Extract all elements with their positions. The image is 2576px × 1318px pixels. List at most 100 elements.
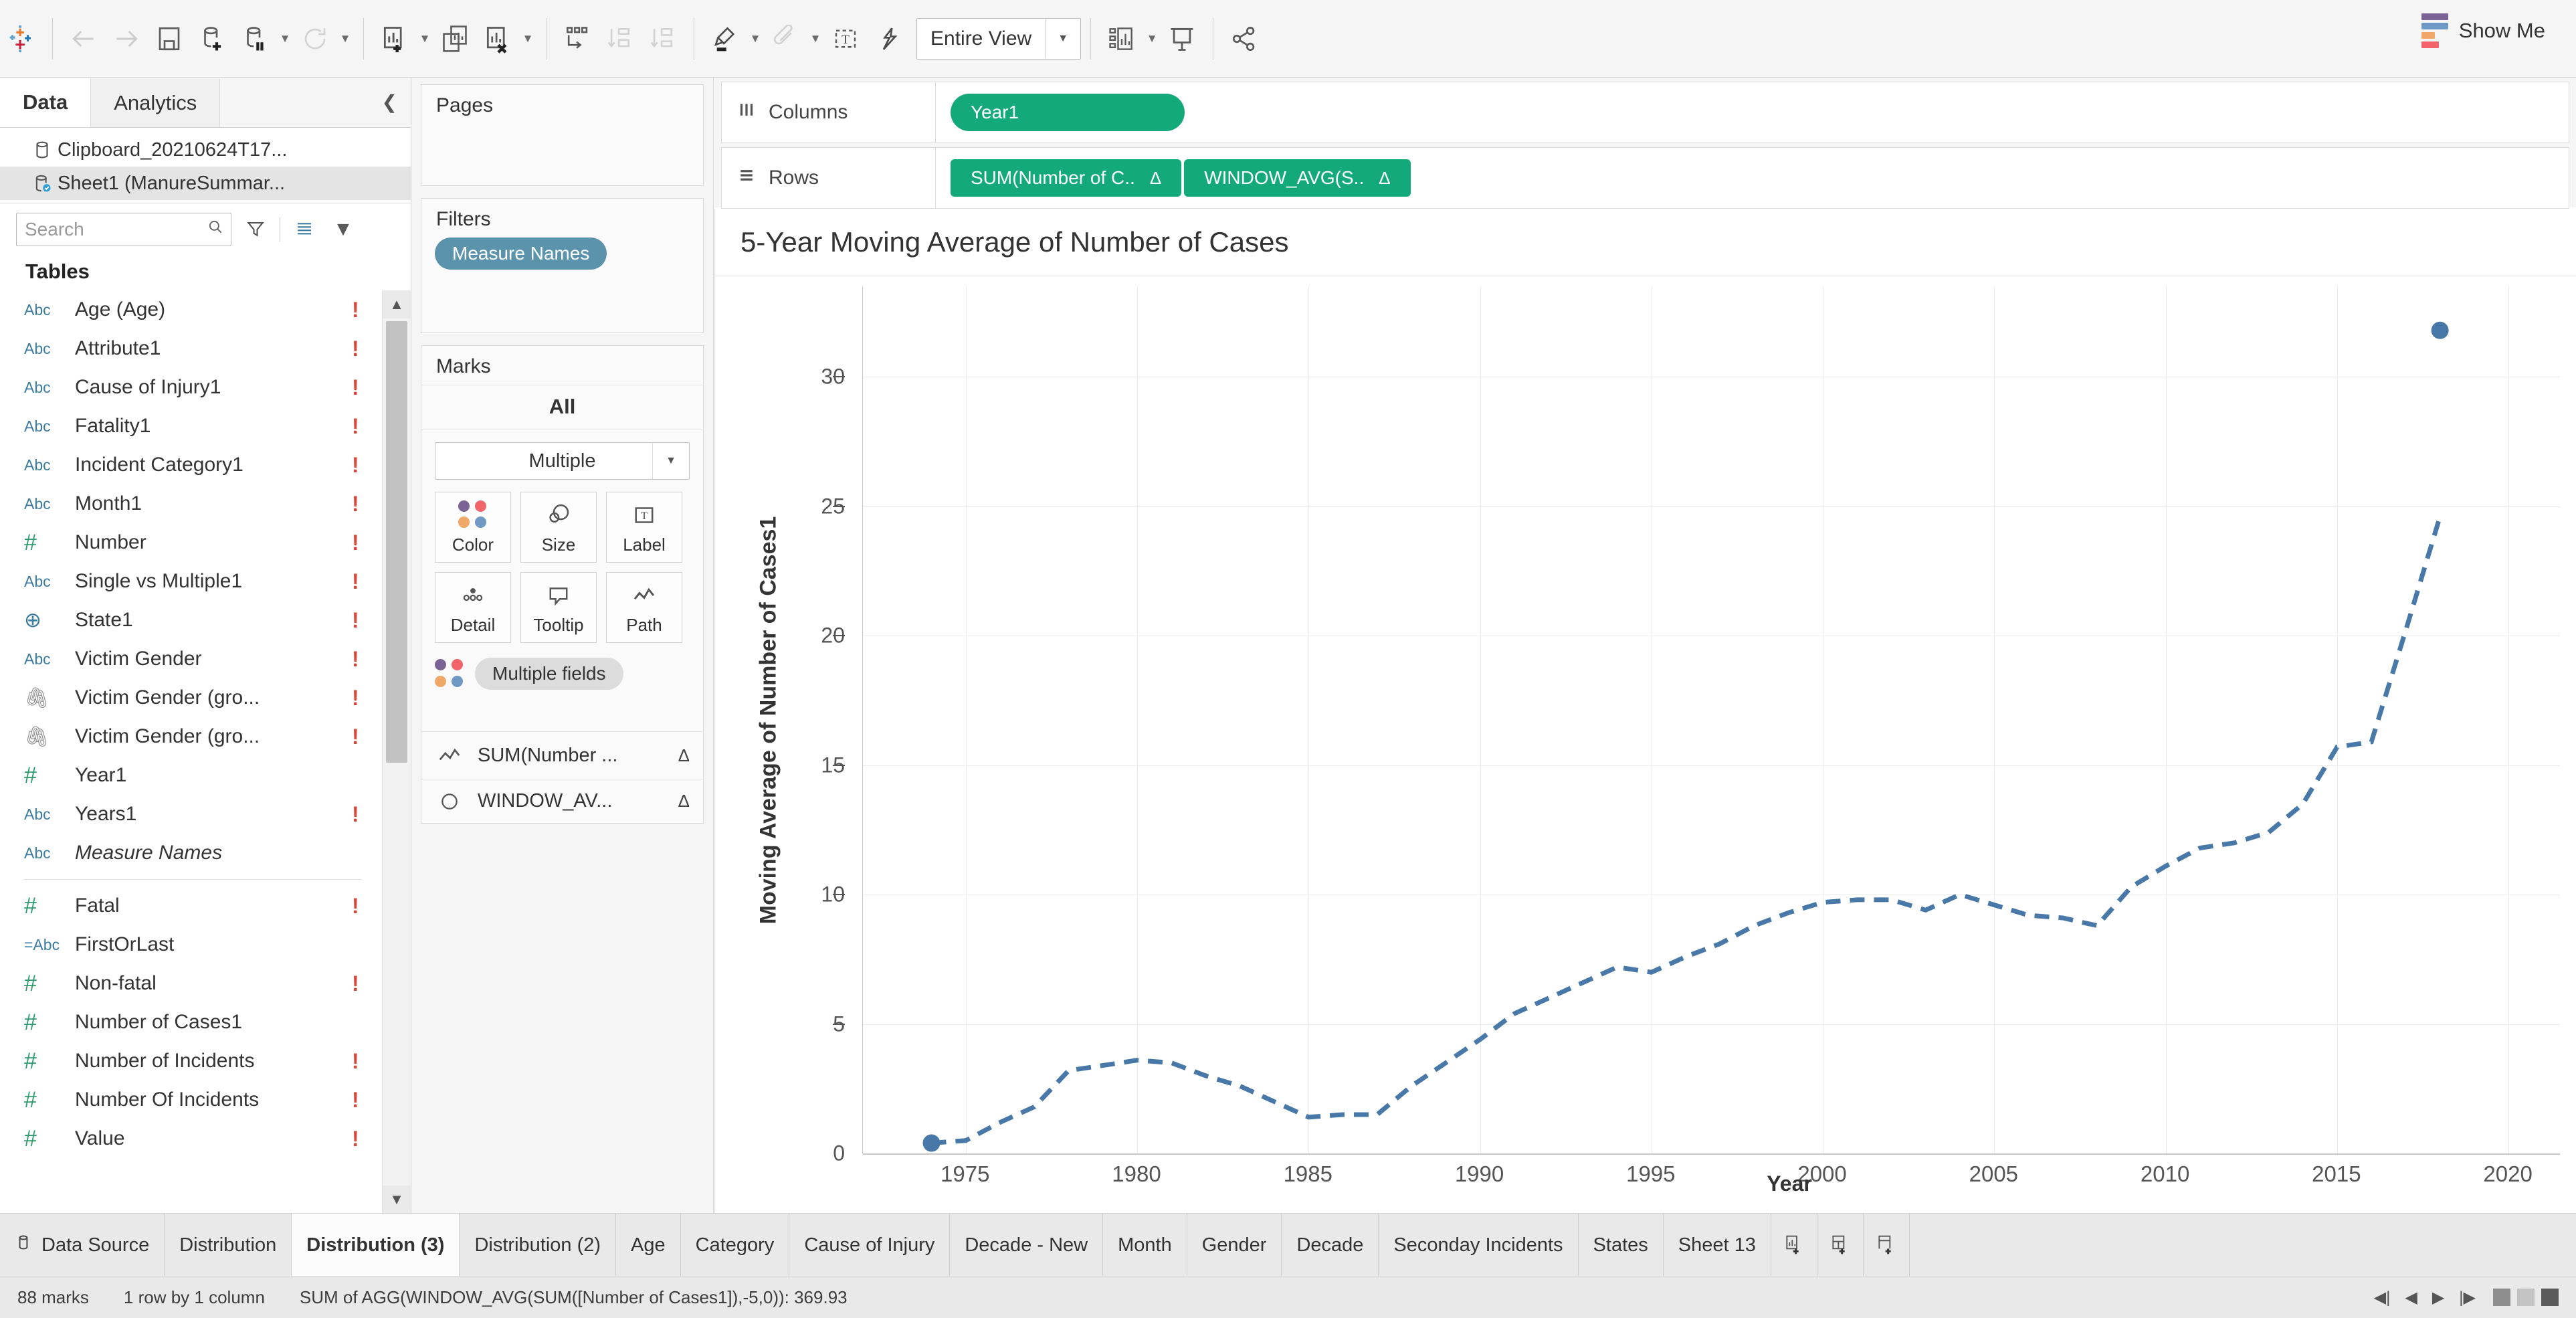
fit-selector[interactable]: Entire View ▼ bbox=[916, 18, 1081, 60]
marks-all-tab[interactable]: All bbox=[421, 385, 703, 430]
color-field-pill[interactable]: Multiple fields bbox=[475, 658, 623, 690]
marks-size-button[interactable]: Size bbox=[520, 492, 597, 563]
filter-pill-measure-names[interactable]: Measure Names bbox=[435, 238, 607, 270]
fix-axes-icon[interactable] bbox=[867, 15, 910, 62]
field-list-scrollbar[interactable]: ▲ ▼ bbox=[382, 290, 411, 1214]
field-row-measure[interactable]: #Non-fatal! bbox=[0, 964, 381, 1003]
field-row-dimension[interactable]: AbcSingle vs Multiple1! bbox=[0, 562, 381, 601]
field-row-dimension[interactable]: AbcAttribute1! bbox=[0, 329, 381, 368]
search-field[interactable] bbox=[23, 218, 207, 241]
field-row-dimension[interactable]: AbcMonth1! bbox=[0, 484, 381, 523]
group-members-icon[interactable] bbox=[764, 15, 807, 62]
field-row-measure[interactable]: #Number Of Incidents! bbox=[0, 1080, 381, 1119]
field-row-dimension[interactable]: AbcIncident Category1! bbox=[0, 446, 381, 484]
sheet-tab-9[interactable]: Gender bbox=[1187, 1214, 1282, 1277]
refresh-dropdown-icon[interactable]: ▼ bbox=[336, 15, 354, 62]
pill-sum-number-of-cases[interactable]: SUM(Number of C.. Δ bbox=[951, 159, 1181, 197]
show-hide-cards-icon[interactable] bbox=[1100, 15, 1143, 62]
refresh-data-source-icon[interactable] bbox=[294, 15, 336, 62]
new-data-source-icon[interactable] bbox=[191, 15, 233, 62]
marks-tooltip-button[interactable]: Tooltip bbox=[520, 572, 597, 643]
first-page-icon[interactable]: ◀| bbox=[2374, 1288, 2391, 1307]
field-row-dimension[interactable]: ⊕State1! bbox=[0, 601, 381, 640]
field-row-dimension[interactable]: AbcYears1! bbox=[0, 795, 381, 834]
data-pane-menu-icon[interactable]: ▼ bbox=[328, 213, 358, 246]
marks-color-button[interactable]: Color bbox=[435, 492, 511, 563]
columns-drop-area[interactable]: Year1 bbox=[936, 94, 2569, 131]
scroll-up-icon[interactable]: ▲ bbox=[383, 290, 411, 318]
sheet-tab-12[interactable]: States bbox=[1579, 1214, 1664, 1277]
group-by-table-icon[interactable] bbox=[290, 213, 319, 246]
field-row-dimension[interactable]: AbcFatality1! bbox=[0, 407, 381, 446]
swap-rows-columns-icon[interactable] bbox=[556, 15, 599, 62]
sheet-tab-5[interactable]: Category bbox=[681, 1214, 790, 1277]
field-row-dimension[interactable]: AbcCause of Injury1! bbox=[0, 368, 381, 407]
sheet-tab-2[interactable]: Distribution (3) bbox=[292, 1214, 460, 1277]
marks-detail-button[interactable]: Detail bbox=[435, 572, 511, 643]
field-row-measure[interactable]: #Number of Incidents! bbox=[0, 1042, 381, 1080]
fit-dropdown-icon[interactable]: ▼ bbox=[1045, 19, 1080, 58]
rows-drop-area[interactable]: SUM(Number of C.. Δ WINDOW_AVG(S.. Δ bbox=[936, 159, 2569, 197]
pill-year1[interactable]: Year1 bbox=[951, 94, 1185, 131]
sheet-tab-11[interactable]: Seconday Incidents bbox=[1379, 1214, 1578, 1277]
field-row-dimension[interactable]: #Year1 bbox=[0, 756, 381, 795]
clear-sheet-icon[interactable] bbox=[476, 15, 519, 62]
sheet-tab-1[interactable]: Distribution bbox=[165, 1214, 292, 1277]
line-series[interactable] bbox=[863, 286, 2560, 1153]
collapse-pane-icon[interactable]: ❮ bbox=[382, 91, 397, 113]
new-dashboard-tab-icon[interactable] bbox=[1817, 1214, 1864, 1277]
endpoint-marker[interactable] bbox=[923, 1135, 940, 1152]
field-row-dimension[interactable]: 🖇Victim Gender (gro...! bbox=[0, 717, 381, 756]
filmstrip-view-icon[interactable] bbox=[2517, 1289, 2535, 1306]
sheet-tab-7[interactable]: Decade - New bbox=[950, 1214, 1103, 1277]
duplicate-sheet-icon[interactable] bbox=[433, 15, 476, 62]
pause-auto-updates-icon[interactable] bbox=[233, 15, 276, 62]
sheet-tab-6[interactable]: Cause of Injury bbox=[789, 1214, 950, 1277]
marks-path-button[interactable]: Path bbox=[606, 572, 682, 643]
scroll-down-icon[interactable]: ▼ bbox=[383, 1186, 411, 1214]
highlight-icon[interactable] bbox=[704, 15, 747, 62]
prev-page-icon[interactable]: ◀ bbox=[2405, 1288, 2417, 1307]
search-input[interactable] bbox=[16, 213, 231, 246]
save-icon[interactable] bbox=[148, 15, 191, 62]
plot-canvas[interactable] bbox=[862, 286, 2560, 1153]
tab-data[interactable]: Data bbox=[0, 78, 91, 127]
sheet-tab-0[interactable]: Data Source bbox=[0, 1214, 165, 1277]
tab-analytics[interactable]: Analytics bbox=[91, 79, 220, 127]
presentation-mode-icon[interactable] bbox=[1161, 15, 1203, 62]
tableau-logo-icon[interactable] bbox=[0, 15, 43, 62]
field-row-measure[interactable]: =AbcFirstOrLast bbox=[0, 925, 381, 964]
back-arrow-icon[interactable] bbox=[62, 15, 105, 62]
show-mark-labels-icon[interactable]: T bbox=[824, 15, 867, 62]
data-source-item[interactable]: Sheet1 (ManureSummar... bbox=[0, 167, 411, 200]
field-row-measure[interactable]: #Number of Cases1 bbox=[0, 1003, 381, 1042]
last-page-icon[interactable]: |▶ bbox=[2459, 1288, 2476, 1307]
sort-ascending-icon[interactable] bbox=[599, 15, 641, 62]
pause-updates-dropdown-icon[interactable]: ▼ bbox=[276, 15, 294, 62]
new-story-tab-icon[interactable] bbox=[1864, 1214, 1910, 1277]
highlight-dropdown-icon[interactable]: ▼ bbox=[747, 15, 764, 62]
columns-shelf[interactable]: Columns Year1 bbox=[721, 82, 2569, 143]
sheet-tab-8[interactable]: Month bbox=[1103, 1214, 1187, 1277]
clear-dropdown-icon[interactable]: ▼ bbox=[519, 15, 536, 62]
next-page-icon[interactable]: ▶ bbox=[2432, 1288, 2444, 1307]
sheet-tab-10[interactable]: Decade bbox=[1282, 1214, 1379, 1277]
data-source-item[interactable]: Clipboard_20210624T17... bbox=[0, 133, 411, 167]
sheet-tab-3[interactable]: Distribution (2) bbox=[460, 1214, 616, 1277]
field-row-dimension[interactable]: 🖇Victim Gender (gro...! bbox=[0, 678, 381, 717]
new-worksheet-icon[interactable] bbox=[373, 15, 416, 62]
field-row-measure[interactable]: #Value! bbox=[0, 1119, 381, 1158]
cards-dropdown-icon[interactable]: ▼ bbox=[1143, 15, 1161, 62]
rows-shelf[interactable]: Rows SUM(Number of C.. Δ WINDOW_AVG(S.. … bbox=[721, 147, 2569, 209]
mark-type-selector[interactable]: Multiple ▼ bbox=[435, 442, 690, 480]
marks-measure-row-sum[interactable]: SUM(Number ... Δ bbox=[421, 731, 703, 779]
sheet-tab-4[interactable]: Age bbox=[616, 1214, 681, 1277]
share-workbook-icon[interactable] bbox=[1223, 15, 1266, 62]
filter-funnel-icon[interactable] bbox=[241, 213, 270, 246]
endpoint-marker[interactable] bbox=[2432, 322, 2449, 339]
scrollbar-thumb[interactable] bbox=[386, 321, 407, 763]
field-row-dimension[interactable]: AbcVictim Gender! bbox=[0, 640, 381, 678]
field-row-dimension[interactable]: #Number! bbox=[0, 523, 381, 562]
sheet-tab-13[interactable]: Sheet 13 bbox=[1664, 1214, 1771, 1277]
group-dropdown-icon[interactable]: ▼ bbox=[807, 15, 824, 62]
